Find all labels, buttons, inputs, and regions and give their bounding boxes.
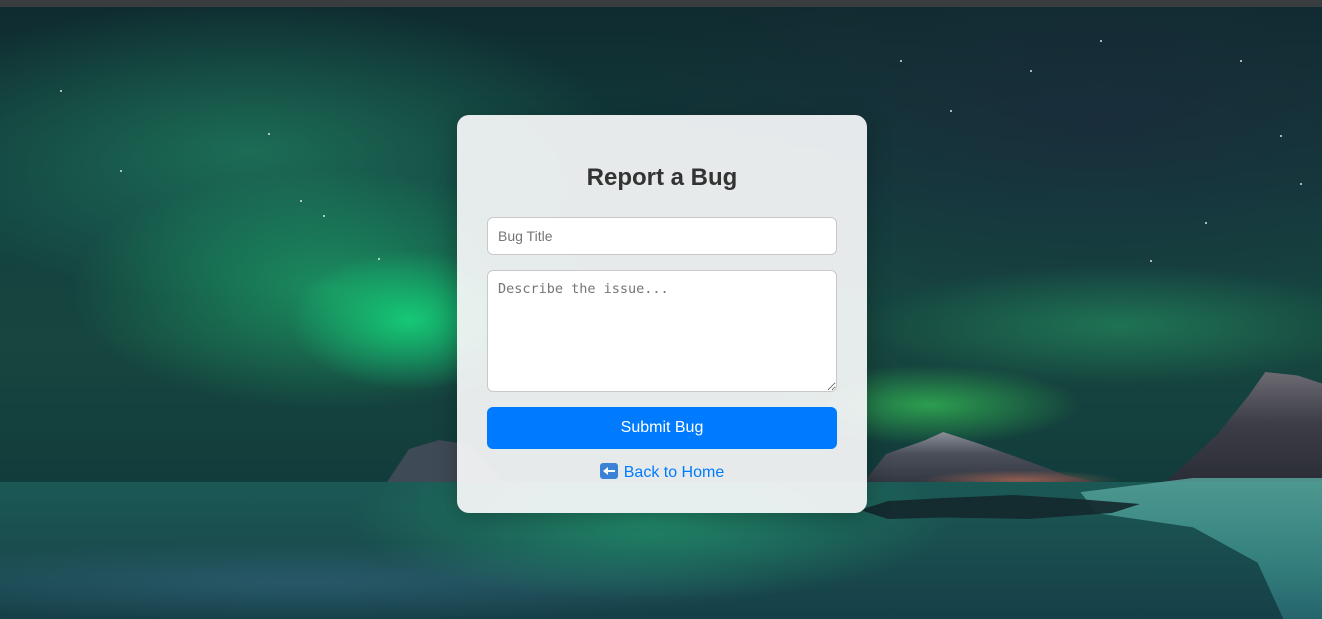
browser-top-bar: [0, 0, 1322, 7]
page-title: Report a Bug: [586, 164, 738, 191]
back-to-home-link[interactable]: Back to Home: [457, 463, 867, 483]
bug-description-textarea[interactable]: [487, 270, 837, 392]
submit-bug-button[interactable]: Submit Bug: [487, 407, 837, 449]
left-arrow-icon: [599, 463, 618, 479]
bug-report-card: Report a Bug Submit Bug Back to Home: [457, 115, 867, 513]
bug-title-input[interactable]: [487, 217, 837, 255]
right-mountain: [1160, 372, 1322, 487]
back-to-home-label: Back to Home: [623, 464, 725, 481]
